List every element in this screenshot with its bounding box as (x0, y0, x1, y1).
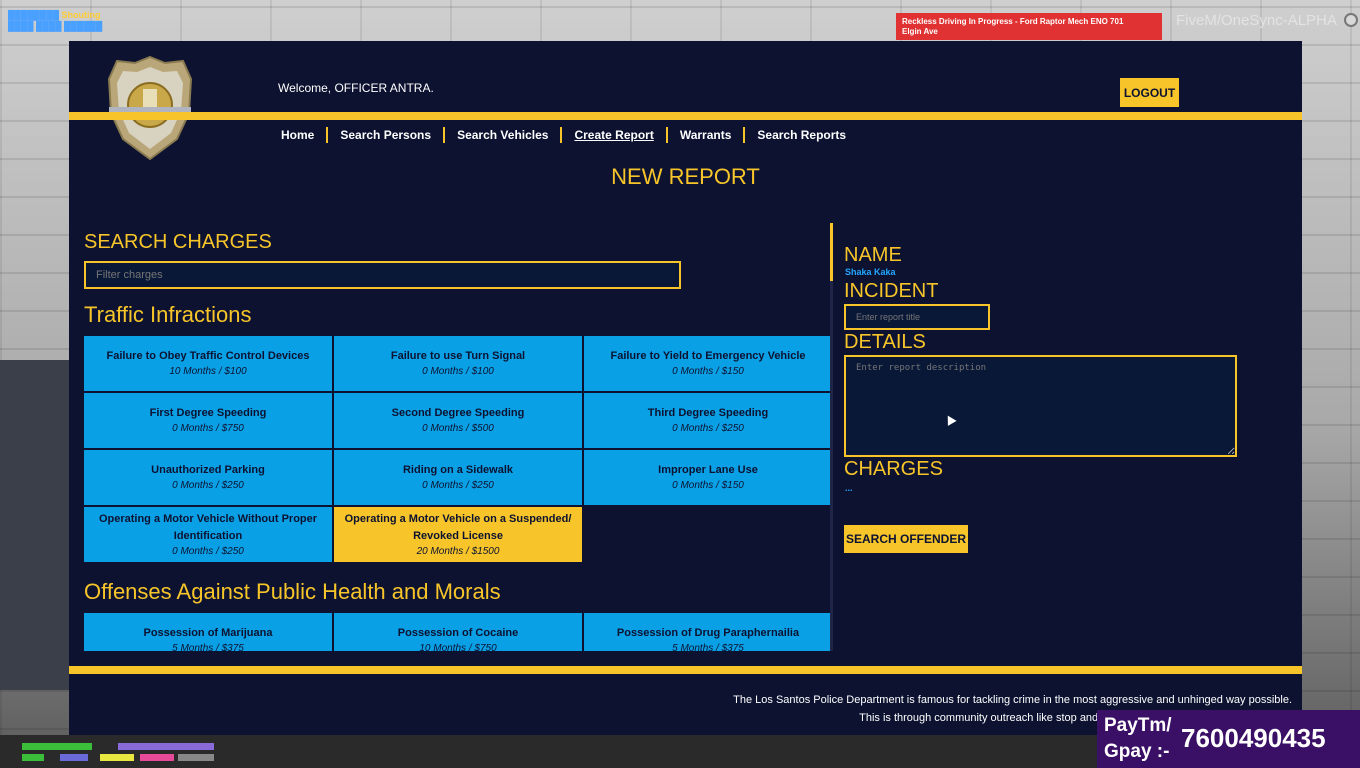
nav-search-reports[interactable]: Search Reports (745, 127, 858, 143)
charge-card[interactable]: Riding on a Sidewalk 0 Months / $250 (334, 450, 582, 505)
donation-label-1: PayTm/ (1104, 715, 1172, 736)
name-label: NAME (844, 244, 902, 266)
footer-line-1: The Los Santos Police Department is famo… (733, 694, 1292, 706)
server-watermark: FiveM/OneSync-ALPHA (1176, 12, 1337, 29)
charge-name: Second Degree Speeding (391, 407, 525, 419)
charge-card[interactable]: Operating a Motor Vehicle Without Proper… (84, 507, 332, 562)
charge-name: Failure to Yield to Emergency Vehicle (610, 350, 806, 362)
police-badge-icon (107, 55, 193, 161)
status-bar-5 (178, 754, 214, 761)
charge-name: Third Degree Speeding (647, 407, 769, 419)
charge-penalty: 0 Months / $250 (422, 480, 494, 491)
nav-warrants[interactable]: Warrants (668, 127, 746, 143)
charge-penalty: 0 Months / $150 (672, 480, 744, 491)
charge-name: Possession of Marijuana (143, 627, 273, 639)
charges-grid-traffic: Failure to Obey Traffic Control Devices 1… (84, 336, 832, 562)
filter-charges-input[interactable] (84, 261, 681, 289)
charges-scrollbar[interactable] (830, 223, 833, 651)
charge-name: Possession of Drug Paraphernailia (616, 627, 800, 639)
page-title: NEW REPORT (611, 164, 760, 189)
status-bar-1 (22, 754, 44, 761)
charge-card-selected[interactable]: Operating a Motor Vehicle on a Suspended… (334, 507, 582, 562)
status-bar-2 (60, 754, 88, 761)
dispatch-alert-street: Elgin Ave (902, 27, 938, 36)
background-wall-stripe (0, 360, 70, 690)
charge-penalty: 0 Months / $750 (172, 423, 244, 434)
charge-penalty: 5 Months / $375 (672, 643, 744, 651)
mdt-tablet: Welcome, OFFICER ANTRA. LOGOUT Home Sear… (69, 41, 1302, 735)
charge-penalty: 0 Months / $100 (422, 366, 494, 377)
dispatch-alert: Reckless Driving In Progress - Ford Rapt… (896, 13, 1162, 40)
header-divider (69, 112, 1302, 120)
nav-search-vehicles[interactable]: Search Vehicles (445, 127, 563, 143)
details-label: DETAILS (844, 331, 926, 353)
voice-hud-name: ████████ (8, 10, 60, 20)
donation-label-2: Gpay :- (1104, 741, 1170, 762)
charges-panel: SEARCH CHARGES Traffic Infractions Failu… (84, 221, 834, 651)
charge-name: Operating a Motor Vehicle on a Suspended… (344, 512, 572, 542)
charge-penalty: 5 Months / $375 (172, 643, 244, 651)
charge-penalty: 20 Months / $1500 (416, 545, 500, 557)
status-hud (22, 743, 214, 763)
search-offender-button[interactable]: SEARCH OFFENDER (844, 525, 968, 553)
charge-card[interactable]: Failure to use Turn Signal 0 Months / $10… (334, 336, 582, 391)
nav-search-persons[interactable]: Search Persons (328, 127, 446, 143)
charge-name: Failure to use Turn Signal (390, 350, 526, 362)
charge-penalty: 0 Months / $250 (172, 545, 244, 557)
charge-penalty: 10 Months / $100 (169, 366, 247, 377)
charge-name: First Degree Speeding (149, 407, 267, 419)
charges-grid-health-morals: Possession of Marijuana 5 Months / $375 P… (84, 613, 832, 651)
charge-name: Riding on a Sidewalk (402, 464, 514, 476)
charge-card[interactable]: Second Degree Speeding 0 Months / $500 (334, 393, 582, 448)
report-description-input[interactable] (844, 355, 1237, 457)
charge-penalty: 0 Months / $150 (672, 366, 744, 377)
footer-divider (69, 666, 1302, 674)
charge-name: Failure to Obey Traffic Control Devices (106, 350, 310, 362)
charge-penalty: 0 Months / $250 (672, 423, 744, 434)
charge-card[interactable]: Possession of Drug Paraphernailia 5 Month… (584, 613, 832, 651)
donation-overlay: PayTm/ Gpay :- 7600490435 (1097, 710, 1360, 768)
charge-name: Possession of Cocaine (397, 627, 519, 639)
armor-bar (118, 743, 214, 750)
health-bar (22, 743, 92, 750)
status-bar-4 (140, 754, 174, 761)
charges-label: CHARGES (844, 458, 943, 480)
report-title-input[interactable] (844, 304, 990, 330)
charges-scrollbar-thumb[interactable] (830, 223, 833, 281)
charge-card[interactable]: Failure to Obey Traffic Control Devices 1… (84, 336, 332, 391)
donation-number: 7600490435 (1181, 723, 1326, 753)
incident-label: INCIDENT (844, 280, 939, 302)
charge-card[interactable]: Third Degree Speeding 0 Months / $250 (584, 393, 832, 448)
charge-card[interactable]: First Degree Speeding 0 Months / $750 (84, 393, 332, 448)
charge-penalty: 0 Months / $250 (172, 480, 244, 491)
charge-card[interactable]: Unauthorized Parking 0 Months / $250 (84, 450, 332, 505)
charge-name: Improper Lane Use (658, 464, 758, 476)
status-bar-3 (100, 754, 134, 761)
dispatch-alert-title: Reckless Driving In Progress - Ford Rapt… (902, 17, 1124, 26)
search-charges-heading: SEARCH CHARGES (84, 231, 272, 253)
charge-card[interactable]: Improper Lane Use 0 Months / $150 (584, 450, 832, 505)
selected-charges-list: ... (845, 483, 853, 493)
voice-mode: Shouting (61, 10, 101, 20)
category-title: Traffic Infractions (84, 302, 252, 327)
charge-card[interactable]: Failure to Yield to Emergency Vehicle 0 M… (584, 336, 832, 391)
charge-name: Operating a Motor Vehicle Without Proper… (98, 512, 318, 542)
charge-card[interactable]: Possession of Cocaine 10 Months / $750 (334, 613, 582, 651)
server-logo-icon (1344, 13, 1358, 27)
nav-create-report[interactable]: Create Report (562, 127, 668, 143)
voice-hud-sub: ████ ████ ██████ (8, 21, 103, 31)
offender-name: Shaka Kaka (845, 267, 896, 277)
voice-hud: ████████ Shouting ████ ████ ██████ (8, 10, 102, 32)
category-title: Offenses Against Public Health and Moral… (84, 579, 501, 604)
nav-home[interactable]: Home (269, 127, 329, 143)
main-nav: Home Search Persons Search Vehicles Crea… (269, 127, 858, 143)
charge-card[interactable]: Possession of Marijuana 5 Months / $375 (84, 613, 332, 651)
logout-button[interactable]: LOGOUT (1120, 78, 1179, 107)
welcome-text: Welcome, OFFICER ANTRA. (278, 81, 434, 95)
charge-penalty: 10 Months / $750 (419, 643, 497, 651)
charge-penalty: 0 Months / $500 (422, 423, 494, 434)
charge-name: Unauthorized Parking (151, 464, 265, 476)
